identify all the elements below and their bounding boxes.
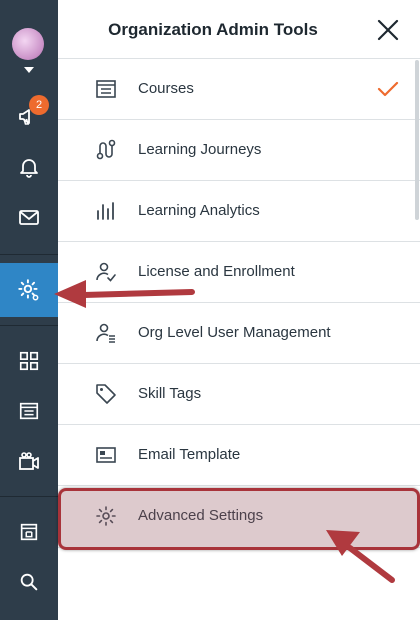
avatar[interactable] <box>12 28 44 60</box>
menu-item-label: Learning Journeys <box>138 141 262 158</box>
menu-item-label: Skill Tags <box>138 385 202 402</box>
mail-icon <box>19 210 39 225</box>
menu-item-courses[interactable]: Courses <box>58 58 420 120</box>
rail-divider <box>0 254 58 255</box>
checkmark-icon <box>377 81 399 97</box>
search-button[interactable] <box>0 555 58 609</box>
rail-divider <box>0 496 58 497</box>
left-nav-rail: 2 <box>0 0 58 620</box>
admin-gear-icon <box>18 279 39 301</box>
menu-item-learning-journeys[interactable]: Learning Journeys <box>58 119 420 181</box>
menu-item-label: Org Level User Management <box>138 324 331 341</box>
catalog-icon <box>19 402 39 420</box>
email-template-icon <box>96 447 116 463</box>
notifications-button[interactable] <box>0 140 58 194</box>
calendar-button[interactable] <box>0 505 58 559</box>
tag-icon <box>96 384 116 404</box>
menu-item-license-and-enrollment[interactable]: License and Enrollment <box>58 241 420 303</box>
catalog-button[interactable] <box>0 384 58 438</box>
panel-title: Organization Admin Tools <box>108 20 318 39</box>
messages-button[interactable] <box>0 190 58 244</box>
menu-item-label: Email Template <box>138 446 241 463</box>
video-button[interactable] <box>0 434 58 488</box>
close-icon[interactable] <box>374 16 402 44</box>
menu-item-email-template[interactable]: Email Template <box>58 424 420 486</box>
annotation-highlight-box <box>58 488 420 550</box>
search-icon <box>20 573 38 591</box>
journey-icon <box>96 139 116 160</box>
menu-item-label: License and Enrollment <box>138 263 295 280</box>
chevron-down-icon[interactable] <box>24 67 34 73</box>
notification-badge: 2 <box>29 95 49 115</box>
user-management-icon <box>96 323 115 343</box>
admin-tools-button[interactable] <box>0 263 58 317</box>
calendar-icon <box>20 523 38 541</box>
license-icon <box>96 262 116 282</box>
announcements-button[interactable] <box>0 90 58 144</box>
video-icon <box>19 452 39 470</box>
menu-item-learning-analytics[interactable]: Learning Analytics <box>58 180 420 242</box>
rail-divider <box>0 325 58 326</box>
course-icon <box>96 80 116 98</box>
menu-item-skill-tags[interactable]: Skill Tags <box>58 363 420 425</box>
scrollbar[interactable] <box>415 60 419 220</box>
apps-button[interactable] <box>0 334 58 388</box>
menu-item-label: Learning Analytics <box>138 202 260 219</box>
analytics-icon <box>97 202 114 220</box>
menu-item-label: Courses <box>138 80 194 97</box>
grid-icon <box>19 351 39 371</box>
bell-icon <box>20 159 38 178</box>
menu-item-org-level-user-management[interactable]: Org Level User Management <box>58 302 420 364</box>
